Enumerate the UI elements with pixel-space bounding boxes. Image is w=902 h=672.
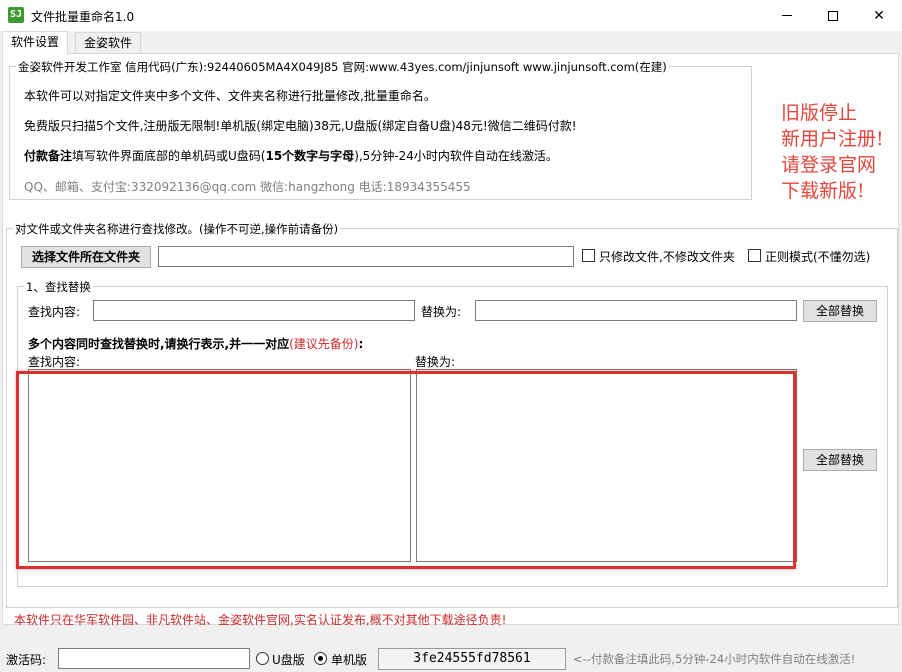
find-replace-group: 1、查找替换 查找内容: 替换为: 全部替换 多个内容同时查找替换时,请换行表示…: [17, 279, 888, 587]
find-replace-legend: 1、查找替换: [24, 279, 93, 295]
info-pricing: 免费版只扫描5个文件,注册版无限制!单机版(绑定电脑)38元,U盘版(绑定自备U…: [24, 119, 577, 133]
multi-find-label: 查找内容:: [28, 355, 81, 369]
close-button[interactable]: ✕: [856, 0, 902, 31]
notice-line-2: 新用户注册!: [781, 128, 884, 150]
regex-mode-checkbox[interactable]: [748, 249, 761, 262]
only-files-label: 只修改文件,不修改文件夹: [599, 250, 735, 264]
app-icon: SJ: [8, 7, 24, 23]
notice-line-3: 请登录官网: [781, 154, 877, 176]
only-files-checkbox[interactable]: [582, 249, 595, 262]
select-folder-button[interactable]: 选择文件所在文件夹: [21, 246, 151, 268]
folder-path-input[interactable]: [158, 246, 574, 267]
machine-code-hint: <--付款备注填此码,5分钟-24小时内软件自动在线激活!: [573, 652, 856, 666]
replace-label: 替换为:: [421, 305, 462, 319]
rename-group-legend: 对文件或文件夹名称进行查找修改。(操作不可逆,操作前请备份): [13, 221, 341, 237]
multi-replace-textarea[interactable]: [416, 369, 797, 562]
maximize-icon: [828, 10, 838, 21]
usb-version-radio[interactable]: [256, 652, 269, 665]
multi-hint-text: 多个内容同时查找替换时,请换行表示,并一一对应: [28, 337, 290, 351]
multi-replace-hint: 多个内容同时查找替换时,请换行表示,并一一对应(建议先备份):: [28, 335, 363, 352]
old-version-notice: 旧版停止 新用户注册! 请登录官网 下载新版!: [781, 100, 884, 204]
notice-line-1: 旧版停止: [781, 102, 858, 124]
contact-info: QQ、邮箱、支付宝:332092136@qq.com 微信:hangzhong …: [24, 180, 471, 194]
client-area: 软件设置 金姿软件 金姿软件开发工作室 信用代码(广东):92440605MA4…: [0, 31, 902, 672]
multi-hint-backup: (建议先备份): [289, 337, 359, 351]
usb-version-label: U盘版: [272, 653, 305, 667]
standalone-version-radio[interactable]: [314, 652, 327, 665]
replace-all-button[interactable]: 全部替换: [803, 300, 877, 322]
standalone-version-label: 单机版: [331, 653, 368, 667]
tab-software-settings[interactable]: 软件设置: [2, 31, 69, 55]
minimize-icon: [782, 15, 792, 16]
info-group-legend: 金姿软件开发工作室 信用代码(广东):92440605MA4X049J85 官网…: [16, 59, 669, 75]
status-bar: 激活码: U盘版 单机版 3fe24555fd78561 <--付款备注填此码,…: [0, 644, 902, 672]
notice-line-4: 下载新版!: [781, 180, 865, 202]
maximize-button[interactable]: [810, 0, 856, 31]
payment-note-title: 付款备注: [24, 149, 73, 163]
title-bar: SJ 文件批量重命名1.0 ✕: [0, 0, 902, 31]
find-input[interactable]: [93, 300, 415, 321]
payment-note-format: 15个数字与字母: [265, 149, 355, 163]
info-group: 金姿软件开发工作室 信用代码(广东):92440605MA4X049J85 官网…: [9, 59, 752, 200]
minimize-button[interactable]: [764, 0, 810, 31]
multi-find-textarea[interactable]: [28, 369, 411, 562]
rename-group: 对文件或文件夹名称进行查找修改。(操作不可逆,操作前请备份) 选择文件所在文件夹…: [6, 221, 898, 608]
multi-replace-all-button[interactable]: 全部替换: [803, 449, 877, 471]
settings-panel: 金姿软件开发工作室 信用代码(广东):92440605MA4X049J85 官网…: [2, 53, 899, 627]
tab-jinzi-software[interactable]: 金姿软件: [75, 32, 142, 54]
payment-note-text: 填写软件界面底部的单机码或U盘码(: [72, 149, 266, 163]
regex-mode-label: 正则模式(不懂勿选): [765, 250, 871, 264]
close-icon: ✕: [873, 7, 885, 24]
window-title: 文件批量重命名1.0: [31, 10, 135, 24]
multi-hint-end: :: [358, 337, 364, 351]
find-label: 查找内容:: [28, 305, 81, 319]
info-description: 本软件可以对指定文件夹中多个文件、文件夹名称进行批量修改,批量重命名。: [24, 89, 436, 103]
payment-note-end: ),5分钟-24小时内软件自动在线激活。: [354, 149, 558, 163]
machine-code-display: 3fe24555fd78561: [378, 648, 566, 670]
multi-replace-label: 替换为:: [415, 355, 456, 369]
info-payment-note: 付款备注填写软件界面底部的单机码或U盘码(15个数字与字母),5分钟-24小时内…: [24, 147, 558, 164]
download-source-notice: 本软件只在华军软件园、非凡软件站、金姿软件官网,实名认证发布,概不对其他下载途径…: [14, 613, 507, 627]
activation-code-label: 激活码:: [6, 653, 47, 667]
replace-input[interactable]: [475, 300, 797, 321]
activation-code-input[interactable]: [58, 648, 250, 669]
